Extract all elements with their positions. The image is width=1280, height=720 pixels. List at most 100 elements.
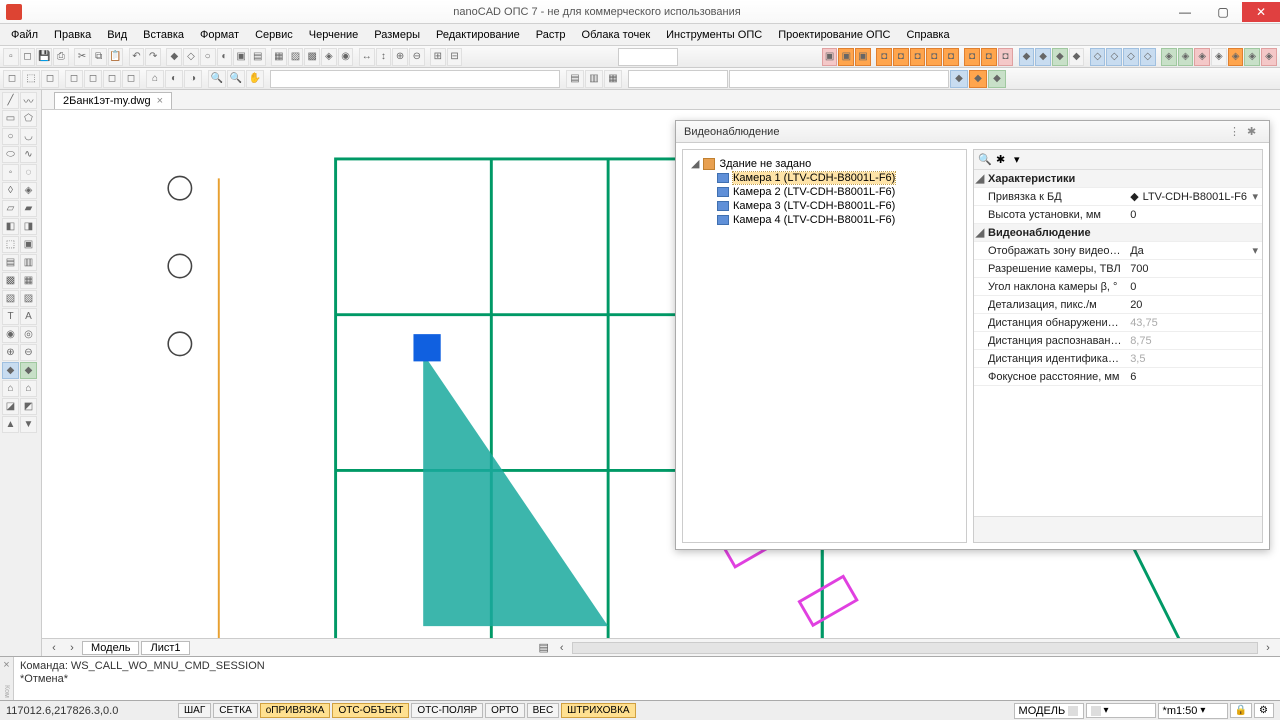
layer-icon[interactable]: ▤: [566, 70, 584, 88]
ops-icon[interactable]: ◈: [1228, 48, 1244, 66]
tree-camera-4[interactable]: Камера 4 (LTV-CDH-B8001L-F6): [715, 213, 960, 227]
hatch-icon[interactable]: ▩: [2, 272, 19, 289]
panel-pin-icon[interactable]: ✱: [1247, 125, 1261, 139]
ops-icon[interactable]: ◇: [1140, 48, 1156, 66]
tool-icon[interactable]: ◌: [20, 164, 37, 181]
polyline-icon[interactable]: 〰: [20, 92, 37, 109]
snap-step[interactable]: ШАГ: [178, 703, 211, 718]
ops-icon[interactable]: ▣: [855, 48, 871, 66]
tool-icon[interactable]: ▣: [20, 236, 37, 253]
menu-help[interactable]: Справка: [899, 27, 956, 43]
tool-icon[interactable]: ◻: [65, 70, 83, 88]
status-iso[interactable]: ▾: [1086, 703, 1156, 718]
tool-icon[interactable]: ◻: [3, 70, 21, 88]
ellipse-icon[interactable]: ⬭: [2, 146, 19, 163]
tool-icon[interactable]: ▰: [20, 200, 37, 217]
tool-icon[interactable]: ◨: [20, 218, 37, 235]
tool-icon[interactable]: ▲: [2, 416, 19, 433]
maximize-button[interactable]: ▢: [1204, 2, 1242, 22]
ops-icon[interactable]: ◈: [1194, 48, 1210, 66]
command-input[interactable]: [270, 70, 560, 88]
tool-icon[interactable]: ⊕: [392, 48, 408, 66]
snap-polar[interactable]: ОТС-ПОЛЯР: [411, 703, 483, 718]
tool-icon[interactable]: ⌂: [20, 380, 37, 397]
tool-icon[interactable]: ◻: [84, 70, 102, 88]
tab-model[interactable]: Модель: [82, 641, 139, 655]
tool-icon[interactable]: ⊖: [20, 344, 37, 361]
ops-icon[interactable]: ◆: [1069, 48, 1085, 66]
camera-tree[interactable]: ◢ Здание не задано Камера 1 (LTV-CDH-B80…: [682, 149, 967, 543]
text-icon[interactable]: T: [2, 308, 19, 325]
save-icon[interactable]: 💾: [36, 48, 52, 66]
tool-icon[interactable]: ◆: [2, 362, 19, 379]
tool-icon[interactable]: ▨: [288, 48, 304, 66]
layer-icon[interactable]: ▥: [585, 70, 603, 88]
tabs-menu-icon[interactable]: ▤: [536, 641, 552, 654]
nav-next-icon[interactable]: ›: [64, 642, 80, 654]
prop-tool-icon[interactable]: ✱: [996, 153, 1010, 167]
nav-prev-icon[interactable]: ‹: [46, 642, 62, 654]
tool-icon[interactable]: ◆: [166, 48, 182, 66]
prop-icon[interactable]: ◆: [950, 70, 968, 88]
snap-ortho[interactable]: ОРТО: [485, 703, 524, 718]
snap-otrack[interactable]: ОТС-ОБЪЕКТ: [332, 703, 409, 718]
ops-icon[interactable]: ◆: [1035, 48, 1051, 66]
tool-icon[interactable]: ◈: [321, 48, 337, 66]
menu-modify[interactable]: Редактирование: [429, 27, 527, 43]
scroll-right-icon[interactable]: ›: [1260, 642, 1276, 654]
tool-icon[interactable]: ◉: [2, 326, 19, 343]
close-button[interactable]: ✕: [1242, 2, 1280, 22]
tool-icon[interactable]: ⬚: [2, 236, 19, 253]
cut-icon[interactable]: ✂: [74, 48, 90, 66]
ops-icon[interactable]: ◇: [1123, 48, 1139, 66]
cmd-close-icon[interactable]: ×: [3, 659, 9, 671]
menu-file[interactable]: Файл: [4, 27, 45, 43]
tool-icon[interactable]: ⊟: [447, 48, 463, 66]
ops-icon[interactable]: ◈: [1261, 48, 1277, 66]
ops-icon[interactable]: ◈: [1211, 48, 1227, 66]
prop-row[interactable]: Дистанция идентификации, м3,5: [974, 350, 1262, 368]
polygon-icon[interactable]: ⬠: [20, 110, 37, 127]
prop-icon[interactable]: ◆: [988, 70, 1006, 88]
rect-icon[interactable]: ▭: [2, 110, 19, 127]
tool-icon[interactable]: ▼: [20, 416, 37, 433]
prop-tool-icon[interactable]: ▾: [1014, 153, 1028, 167]
menu-draw[interactable]: Черчение: [302, 27, 366, 43]
tool-icon[interactable]: A: [20, 308, 37, 325]
prop-field[interactable]: [729, 70, 949, 88]
ops-icon[interactable]: ◇: [1090, 48, 1106, 66]
tab-sheet1[interactable]: Лист1: [141, 641, 189, 655]
tool-icon[interactable]: ⌂: [146, 70, 164, 88]
tool-icon[interactable]: ⬚: [22, 70, 40, 88]
status-lock-icon[interactable]: 🔒: [1230, 703, 1252, 718]
paste-icon[interactable]: 📋: [108, 48, 124, 66]
open-icon[interactable]: ◻: [20, 48, 36, 66]
undo-icon[interactable]: ↶: [129, 48, 145, 66]
prop-row[interactable]: Детализация, пикс./м20: [974, 296, 1262, 314]
prop-icon[interactable]: ◆: [969, 70, 987, 88]
tool-icon[interactable]: ◉: [338, 48, 354, 66]
new-icon[interactable]: ▫: [3, 48, 19, 66]
minimize-button[interactable]: —: [1166, 2, 1204, 22]
layer-icon[interactable]: ▦: [604, 70, 622, 88]
circle-icon[interactable]: ○: [2, 128, 19, 145]
prop-row[interactable]: Привязка к БД◆LTV-CDH-B8001L-F6▾: [974, 188, 1262, 206]
spline-icon[interactable]: ∿: [20, 146, 37, 163]
menu-insert[interactable]: Вставка: [136, 27, 191, 43]
tool-icon[interactable]: ▨: [20, 290, 37, 307]
menu-view[interactable]: Вид: [100, 27, 134, 43]
tool-icon[interactable]: ▩: [304, 48, 320, 66]
tool-icon[interactable]: ◐: [165, 70, 183, 88]
snap-grid[interactable]: СЕТКА: [213, 703, 258, 718]
hscrollbar[interactable]: [572, 642, 1258, 654]
tool-icon[interactable]: ◊: [2, 182, 19, 199]
menu-edit[interactable]: Правка: [47, 27, 98, 43]
tool-icon[interactable]: ◦: [2, 164, 19, 181]
tool-icon[interactable]: ↔: [359, 48, 375, 66]
print-icon[interactable]: ⎙: [53, 48, 69, 66]
ops-icon[interactable]: ◘: [893, 48, 909, 66]
menu-ops-design[interactable]: Проектирование ОПС: [771, 27, 897, 43]
ops-icon[interactable]: ◆: [1052, 48, 1068, 66]
tool-icon[interactable]: ◩: [20, 398, 37, 415]
tool-icon[interactable]: ▧: [2, 290, 19, 307]
